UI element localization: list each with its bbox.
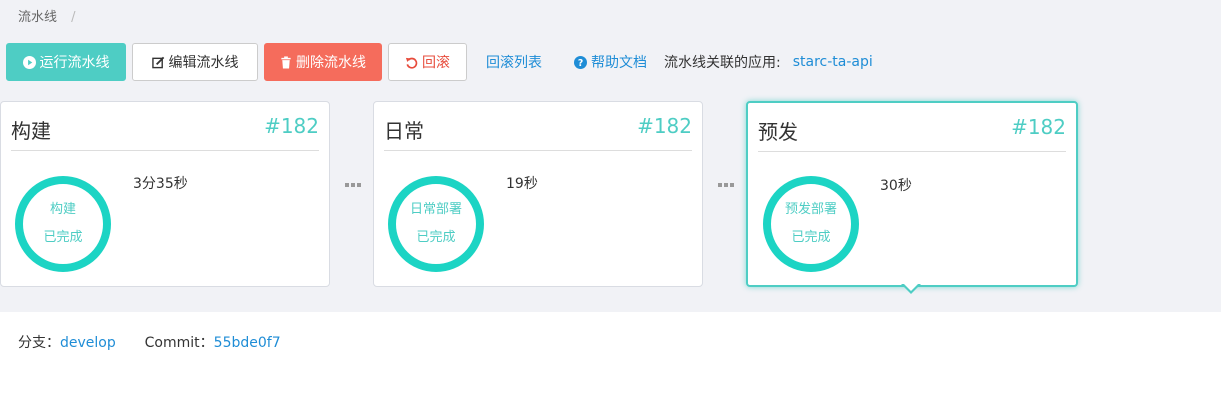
play-circle-icon (22, 55, 36, 69)
stage-header: 构建 #182 (11, 102, 319, 151)
rollback-button[interactable]: 回滚 (388, 43, 467, 81)
toolbar: 运行流水线 编辑流水线 删除流水线 回滚 回滚列表 ? 帮助文档 流水线关联的应… (6, 43, 873, 81)
selected-stage-pointer-fill (903, 283, 919, 291)
breadcrumb-current[interactable]: 流水线 (18, 10, 57, 25)
commit-info: 分支：develop Commit：55bde0f7 (18, 332, 281, 352)
ring-stage-name: 构建 (49, 202, 76, 217)
app-label: 流水线关联的应用: (664, 55, 781, 71)
help-docs-link[interactable]: ? 帮助文档 (574, 52, 647, 72)
branch-label: 分支： (18, 335, 60, 351)
ring-stage-name: 预发部署 (784, 202, 837, 217)
question-circle-icon: ? (574, 55, 587, 69)
ellipsis-icon (345, 183, 361, 187)
undo-icon (405, 56, 418, 69)
stage-card-build[interactable]: 构建 #182 构建 已完成 3分35秒 (0, 101, 330, 287)
edit-pipeline-label: 编辑流水线 (168, 55, 239, 71)
help-docs-label: 帮助文档 (591, 55, 647, 71)
commit-label: Commit： (144, 335, 214, 351)
trash-icon (280, 55, 292, 69)
stage-title: 构建 (11, 119, 51, 143)
ring-stage-status: 已完成 (43, 230, 83, 245)
stage-status-ring: 构建 已完成 (15, 176, 111, 272)
breadcrumb-separator: / (71, 10, 76, 25)
stage-build-number[interactable]: #182 (1011, 115, 1066, 139)
run-pipeline-button[interactable]: 运行流水线 (6, 43, 126, 81)
stage-duration: 3分35秒 (133, 176, 188, 192)
app-name-link[interactable]: starc-ta-api (793, 54, 873, 70)
breadcrumb: 流水线 / (18, 6, 76, 25)
stage-duration: 19秒 (506, 176, 538, 192)
stage-card-daily[interactable]: 日常 #182 日常部署 已完成 19秒 (373, 101, 703, 287)
stage-title: 预发 (758, 120, 798, 144)
ring-stage-status: 已完成 (416, 230, 456, 245)
stage-duration: 30秒 (880, 178, 912, 194)
svg-text:?: ? (578, 58, 583, 69)
rollback-list-link[interactable]: 回滚列表 (486, 52, 542, 72)
stage-card-pre-release[interactable]: 预发 #182 预发部署 已完成 30秒 (746, 101, 1078, 287)
pipeline-panel: 流水线 / 运行流水线 编辑流水线 删除流水线 回滚 回滚列表 ? 帮助文档 流… (0, 0, 1221, 312)
stage-title: 日常 (384, 119, 424, 143)
branch-link[interactable]: develop (60, 335, 116, 351)
stage-header: 预发 #182 (758, 103, 1066, 152)
stage-header: 日常 #182 (384, 102, 692, 151)
stage-status-ring: 预发部署 已完成 (763, 176, 859, 272)
commit-link[interactable]: 55bde0f7 (214, 335, 281, 351)
ellipsis-icon (718, 183, 734, 187)
run-pipeline-label: 运行流水线 (39, 55, 110, 71)
stage-build-number[interactable]: #182 (637, 114, 692, 138)
stage-build-number[interactable]: #182 (264, 114, 319, 138)
edit-icon (151, 56, 165, 69)
delete-pipeline-label: 删除流水线 (296, 55, 366, 71)
stage-status-ring: 日常部署 已完成 (388, 176, 484, 272)
rollback-label: 回滚 (422, 55, 450, 71)
edit-pipeline-button[interactable]: 编辑流水线 (132, 43, 258, 81)
ring-stage-name: 日常部署 (409, 202, 462, 217)
ring-stage-status: 已完成 (791, 230, 831, 245)
delete-pipeline-button[interactable]: 删除流水线 (264, 43, 382, 81)
